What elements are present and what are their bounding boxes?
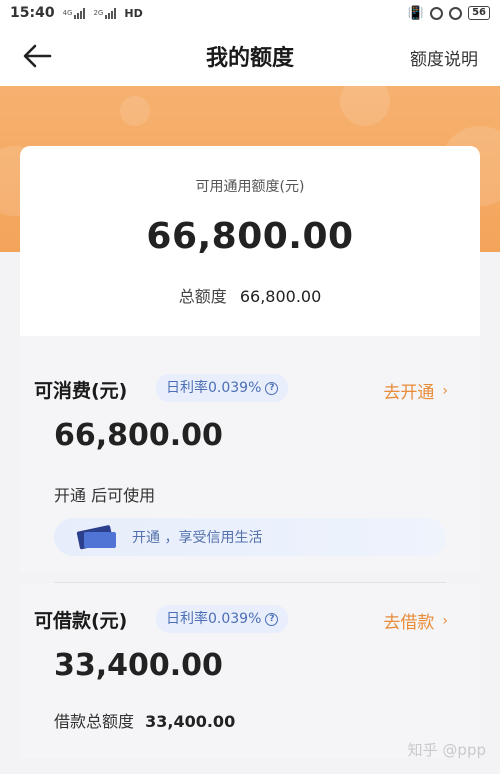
back-arrow-icon[interactable]	[22, 42, 52, 70]
network-label-2: 2G	[93, 9, 104, 17]
status-left: 15:40 4G 2G HD	[10, 5, 143, 21]
decor-bubble	[340, 76, 390, 126]
borrow-total-row: 借款总额度 33,400.00	[54, 708, 235, 732]
signal-group-1: 4G	[62, 7, 86, 19]
total-quota-value: 66,800.00	[239, 287, 322, 306]
signal-icon	[105, 7, 117, 19]
decor-bubble	[120, 96, 150, 126]
signal-icon	[74, 7, 86, 19]
promo-text: 开通 ，享受信用生活	[132, 530, 263, 546]
status-right: 📳 56	[408, 6, 490, 21]
consume-title: 可消费(元)	[34, 380, 128, 402]
borrow-total-label: 借款总额度	[54, 712, 135, 731]
lock-icon	[430, 6, 444, 20]
borrow-rate-text: 日利率0.039%	[166, 611, 262, 627]
battery-indicator: 56	[468, 6, 490, 20]
network-label-1: 4G	[62, 9, 73, 17]
signal-group-2: 2G	[93, 7, 117, 19]
quota-help-link[interactable]: 额度说明	[410, 45, 478, 70]
status-bar: 15:40 4G 2G HD 📳 56	[0, 0, 500, 26]
consume-rate-badge[interactable]: 日利率0.039% ?	[156, 374, 289, 402]
quota-summary-card: 可用通用额度(元) 66,800.00 总额度 66,800.00	[20, 146, 480, 352]
borrow-link[interactable]: 去借款 ›	[383, 608, 448, 634]
nav-bar: 我的额度 额度说明	[0, 26, 500, 86]
borrow-title: 可借款(元)	[34, 610, 128, 632]
credit-promo-banner[interactable]: 开通 ，享受信用生活	[54, 518, 446, 556]
chevron-right-icon: ›	[442, 612, 448, 629]
alarm-icon	[449, 6, 463, 20]
total-quota-row: 总额度 66,800.00	[20, 283, 480, 307]
borrow-rate-badge[interactable]: 日利率0.039% ?	[156, 605, 289, 633]
card-icon	[76, 525, 116, 550]
activate-link[interactable]: 去开通 ›	[383, 378, 448, 404]
chevron-right-icon: ›	[442, 382, 448, 399]
info-icon: ?	[265, 612, 279, 626]
activate-link-label: 去开通	[383, 383, 435, 403]
vibrate-icon: 📳	[407, 5, 425, 21]
watermark: 知乎 @ppp	[407, 741, 486, 759]
consume-amount: 66,800.00	[54, 418, 223, 453]
hd-label: HD	[124, 6, 143, 20]
available-quota-amount: 66,800.00	[146, 216, 354, 257]
info-icon: ?	[265, 381, 279, 395]
status-time: 15:40	[10, 5, 55, 21]
borrow-link-label: 去借款	[383, 613, 435, 633]
borrow-total-value: 33,400.00	[145, 712, 236, 731]
borrow-amount: 33,400.00	[54, 648, 223, 683]
consume-rate-text: 日利率0.039%	[166, 380, 262, 396]
consume-hint: 开通 后可使用	[54, 486, 156, 505]
available-quota-label: 可用通用额度(元)	[195, 179, 305, 195]
total-quota-label: 总额度	[178, 287, 227, 306]
page-title: 我的额度	[205, 46, 294, 71]
